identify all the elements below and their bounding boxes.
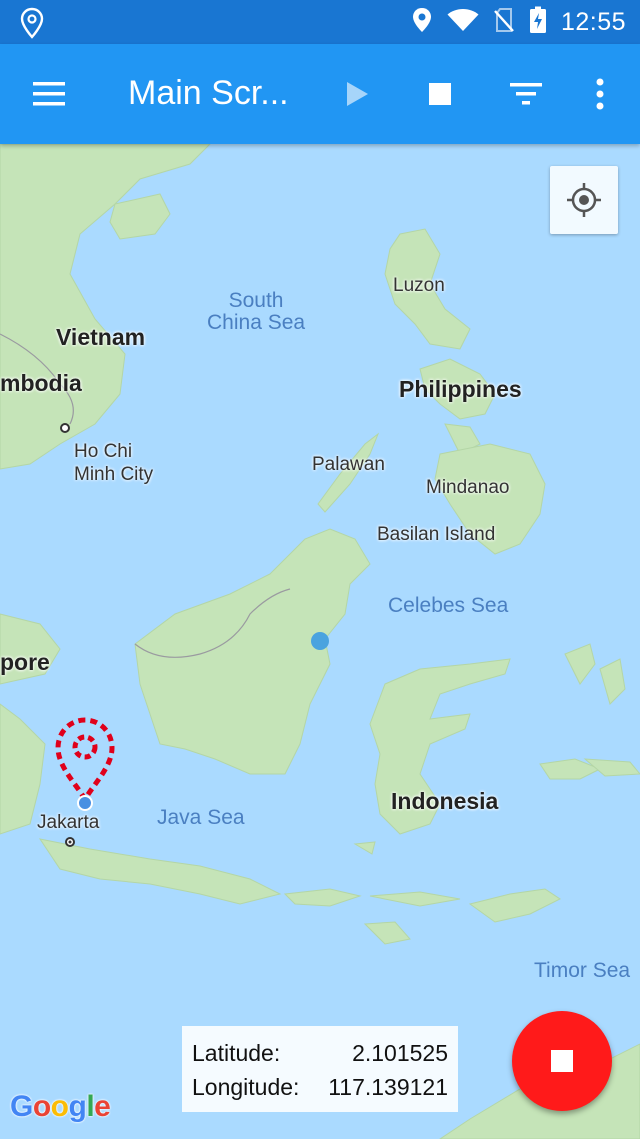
map-label-palawan: Palawan [312, 454, 385, 475]
stop-fab-button[interactable] [512, 1011, 612, 1111]
longitude-row: Longitude: 117.139121 [192, 1070, 448, 1104]
filter-icon [510, 83, 542, 105]
coordinates-panel: Latitude: 2.101525 Longitude: 117.139121 [182, 1026, 458, 1112]
app-bar: Main Scr... [0, 44, 640, 144]
latitude-row: Latitude: 2.101525 [192, 1036, 448, 1070]
location-icon [411, 7, 433, 38]
map-view[interactable]: Vietnam mbodia Ho Chi Minh City South Ch… [0, 144, 640, 1139]
wifi-icon [447, 8, 479, 37]
longitude-value: 117.139121 [328, 1074, 448, 1100]
map-label-philippines: Philippines [399, 376, 522, 402]
stop-button[interactable] [420, 74, 460, 114]
longitude-label: Longitude: [192, 1074, 300, 1100]
stop-icon [551, 1050, 573, 1072]
play-icon [347, 82, 368, 106]
map-label-mindanao: Mindanao [426, 477, 510, 498]
map-label-singapore: pore [0, 649, 50, 675]
no-sim-icon [493, 7, 515, 38]
map-label-luzon: Luzon [393, 275, 445, 296]
location-pin-icon [20, 7, 44, 44]
menu-button[interactable] [30, 77, 70, 111]
map-label-vietnam: Vietnam [56, 324, 146, 350]
filter-button[interactable] [506, 74, 546, 114]
battery-charging-icon [529, 6, 547, 39]
more-vert-icon [596, 78, 604, 110]
more-options-button[interactable] [580, 74, 620, 114]
menu-icon [33, 82, 65, 106]
google-logo: Google [10, 1090, 111, 1123]
map-label-celebes-sea: Celebes Sea [388, 594, 509, 617]
current-location-dot [311, 632, 329, 650]
status-time: 12:55 [560, 7, 626, 36]
page-title: Main Scr... [128, 74, 289, 112]
latitude-label: Latitude: [192, 1040, 281, 1066]
status-bar: 12:55 [0, 0, 640, 44]
map-label-java-sea: Java Sea [157, 806, 245, 829]
marker-anchor-dot [77, 795, 93, 811]
map-label-cambodia: mbodia [0, 370, 82, 396]
stop-icon [429, 83, 451, 105]
map-label-timor-sea: Timor Sea [534, 959, 631, 982]
my-location-button[interactable] [550, 166, 618, 234]
map-label-basilan-island: Basilan Island [377, 524, 496, 545]
latitude-value: 2.101525 [352, 1040, 448, 1066]
map-label-south-china-sea: South China Sea [207, 289, 306, 334]
map-label-indonesia: Indonesia [391, 788, 499, 814]
crosshair-icon [567, 183, 601, 217]
map-land [0, 144, 640, 1139]
map-label-ho-chi-minh-city: Ho Chi Minh City [74, 441, 154, 485]
play-button[interactable] [337, 74, 377, 114]
map-label-jakarta: Jakarta [37, 812, 100, 833]
